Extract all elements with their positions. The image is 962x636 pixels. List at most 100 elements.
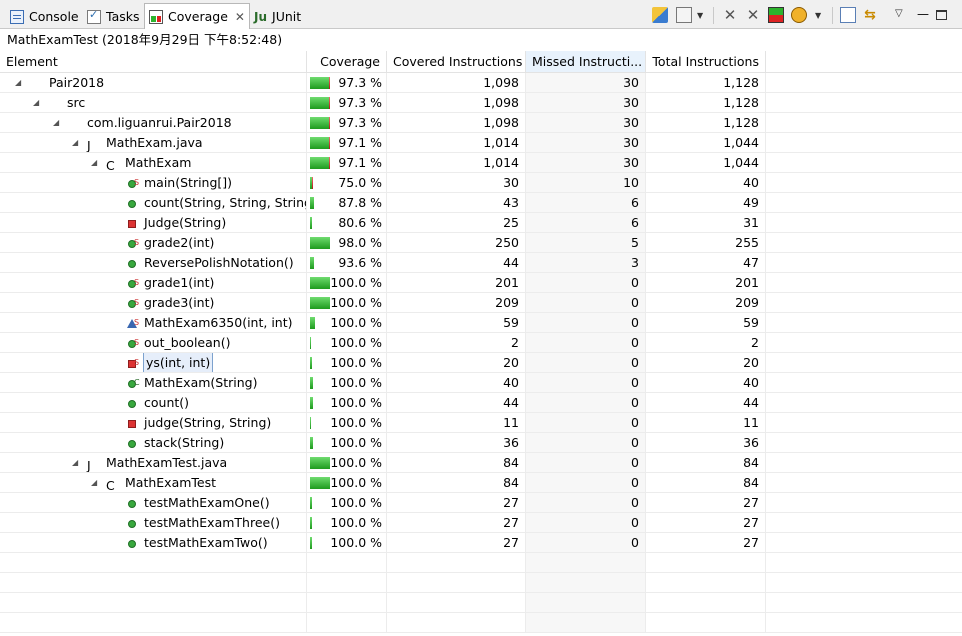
table-row[interactable]: count() 100.0 % 44 0 44 [0, 393, 962, 413]
minimize-icon[interactable]: — [915, 7, 931, 23]
element-label[interactable]: MathExam [125, 153, 191, 172]
tree-expand-icon[interactable]: ◢ [91, 153, 97, 172]
table-row[interactable]: S grade1(int) 100.0 % 201 0 201 [0, 273, 962, 293]
table-row[interactable]: testMathExamOne() 100.0 % 27 0 27 [0, 493, 962, 513]
element-label[interactable]: testMathExamOne() [144, 493, 270, 512]
remove-all-sessions-icon[interactable]: ✕ [745, 7, 761, 23]
table-row[interactable]: S ys(int, int) 100.0 % 20 0 20 [0, 353, 962, 373]
element-label[interactable]: MathExamTest.java [106, 453, 227, 472]
chevron-down-icon[interactable]: ▼ [815, 11, 821, 20]
table-row[interactable]: S MathExam6350(int, int) 100.0 % 59 0 59 [0, 313, 962, 333]
element-label[interactable]: MathExam6350(int, int) [144, 313, 293, 332]
table-row[interactable]: C MathExam(String) 100.0 % 40 0 40 [0, 373, 962, 393]
tab-junit[interactable]: Ju JUnit [250, 4, 305, 29]
column-header-coverage[interactable]: Coverage [307, 51, 387, 73]
link-with-editor-icon[interactable]: ⇆ [862, 7, 878, 23]
import-session-icon[interactable] [676, 7, 692, 23]
covered-instructions-cell: 25 [387, 213, 526, 233]
missed-instructions-cell: 0 [526, 353, 646, 373]
tree-expand-icon[interactable]: ◢ [91, 473, 97, 492]
covered-instructions-cell: 201 [387, 273, 526, 293]
remove-session-icon[interactable]: ✕ [722, 7, 738, 23]
table-row[interactable]: count(String, String, String) 87.8 % 43 … [0, 193, 962, 213]
element-label[interactable]: stack(String) [144, 433, 224, 452]
table-row[interactable]: S grade2(int) 98.0 % 250 5 255 [0, 233, 962, 253]
public-method-icon [125, 536, 139, 550]
table-row[interactable]: S grade3(int) 100.0 % 209 0 209 [0, 293, 962, 313]
element-label[interactable]: com.liguanrui.Pair2018 [87, 113, 232, 132]
tab-label: Console [29, 9, 79, 24]
column-header-covered[interactable]: Covered Instructions [387, 51, 526, 73]
total-instructions-cell: 27 [646, 513, 766, 533]
coverage-cell: 100.0 % [307, 453, 387, 473]
merge-sessions-icon[interactable] [768, 7, 784, 23]
tree-expand-icon[interactable]: ◢ [72, 453, 78, 472]
relaunch-icon[interactable] [652, 7, 668, 23]
empty-cell [526, 553, 646, 573]
maximize-icon[interactable] [936, 10, 947, 20]
element-label[interactable]: testMathExamThree() [144, 513, 280, 532]
table-row[interactable]: Judge(String) 80.6 % 25 6 31 [0, 213, 962, 233]
tree-expand-icon[interactable]: ◢ [33, 93, 39, 112]
covered-instructions-cell: 1,098 [387, 113, 526, 133]
table-row[interactable]: testMathExamThree() 100.0 % 27 0 27 [0, 513, 962, 533]
missed-bar [329, 137, 330, 149]
element-label[interactable]: ys(int, int) [142, 353, 214, 372]
element-label[interactable]: MathExamTest [125, 473, 216, 492]
table-row[interactable]: ◢ com.liguanrui.Pair2018 97.3 % 1,098 30… [0, 113, 962, 133]
table-row[interactable]: ◢ src 97.3 % 1,098 30 1,128 [0, 93, 962, 113]
element-label[interactable]: count() [144, 393, 189, 412]
element-cell: ◢ C MathExam [0, 153, 307, 173]
element-label[interactable]: src [67, 93, 85, 112]
column-header-missed[interactable]: Missed Instructi... [526, 51, 646, 73]
element-label[interactable]: grade2(int) [144, 233, 214, 252]
table-row[interactable]: testMathExamTwo() 100.0 % 27 0 27 [0, 533, 962, 553]
java-file-icon: J [87, 138, 91, 153]
collapse-all-icon[interactable] [840, 7, 856, 23]
element-label[interactable]: main(String[]) [144, 173, 232, 192]
element-label[interactable]: count(String, String, String) [144, 193, 306, 212]
coverage-bar [310, 377, 313, 389]
tab-coverage[interactable]: Coverage ✕ [144, 3, 250, 29]
column-header-element[interactable]: Element [0, 51, 307, 73]
column-header-total[interactable]: Total Instructions [646, 51, 766, 73]
coverage-value: 97.3 % [338, 95, 382, 110]
element-label[interactable]: Pair2018 [49, 73, 104, 92]
table-row[interactable]: judge(String, String) 100.0 % 11 0 11 [0, 413, 962, 433]
tree-expand-icon[interactable]: ◢ [72, 133, 78, 152]
element-label[interactable]: judge(String, String) [144, 413, 271, 432]
tab-console[interactable]: Console [6, 4, 83, 29]
element-label[interactable]: MathExam.java [106, 133, 203, 152]
coverage-cell: 100.0 % [307, 293, 387, 313]
element-cell: stack(String) [0, 433, 307, 453]
coverage-value: 98.0 % [338, 235, 382, 250]
table-row[interactable]: ◢ C MathExam 97.1 % 1,014 30 1,044 [0, 153, 962, 173]
table-row[interactable]: stack(String) 100.0 % 36 0 36 [0, 433, 962, 453]
element-label[interactable]: MathExam(String) [144, 373, 257, 392]
tree-expand-icon[interactable]: ◢ [15, 73, 21, 92]
select-session-icon[interactable] [791, 7, 807, 23]
element-label[interactable]: grade3(int) [144, 293, 214, 312]
tree-expand-icon[interactable]: ◢ [53, 113, 59, 132]
element-cell: S grade2(int) [0, 233, 307, 253]
element-label[interactable]: Judge(String) [144, 213, 226, 232]
missed-instructions-cell: 0 [526, 373, 646, 393]
table-row[interactable]: ReversePolishNotation() 93.6 % 44 3 47 [0, 253, 962, 273]
tab-tasks[interactable]: Tasks [83, 4, 144, 29]
close-icon[interactable]: ✕ [235, 10, 245, 24]
private-method-icon [125, 216, 139, 230]
table-row[interactable]: ◢ J MathExamTest.java 100.0 % 84 0 84 [0, 453, 962, 473]
element-label[interactable]: testMathExamTwo() [144, 533, 268, 552]
table-row[interactable]: ◢ C MathExamTest 100.0 % 84 0 84 [0, 473, 962, 493]
coverage-cell: 100.0 % [307, 433, 387, 453]
element-label[interactable]: ReversePolishNotation() [144, 253, 294, 272]
element-cell: S main(String[]) [0, 173, 307, 193]
table-row[interactable]: S out_boolean() 100.0 % 2 0 2 [0, 333, 962, 353]
element-label[interactable]: out_boolean() [144, 333, 230, 352]
table-row[interactable]: S main(String[]) 75.0 % 30 10 40 [0, 173, 962, 193]
element-label[interactable]: grade1(int) [144, 273, 214, 292]
table-row[interactable]: ◢ J MathExam.java 97.1 % 1,014 30 1,044 [0, 133, 962, 153]
chevron-down-icon[interactable]: ▼ [697, 11, 703, 20]
table-row[interactable]: ◢ Pair2018 97.3 % 1,098 30 1,128 [0, 73, 962, 93]
view-menu-icon[interactable]: ▽ [895, 8, 903, 19]
